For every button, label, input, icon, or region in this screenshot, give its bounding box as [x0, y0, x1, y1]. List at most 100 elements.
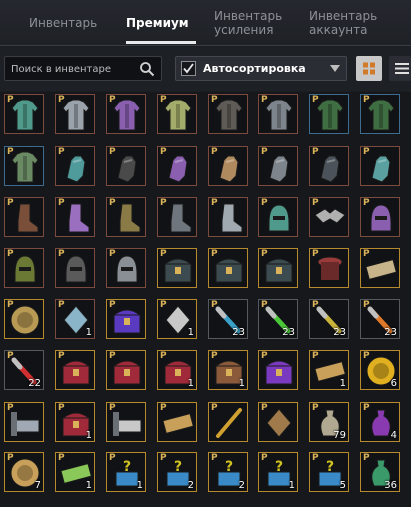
inventory-slot[interactable]: P [4, 146, 44, 186]
inventory-slot[interactable]: P [4, 402, 44, 442]
inventory-slot[interactable]: P [258, 248, 298, 288]
inventory-slot[interactable]: P7 [4, 452, 44, 492]
checkbox-checked-icon[interactable] [181, 61, 196, 76]
inventory-slot[interactable]: P [208, 197, 248, 237]
inventory-slot[interactable]: P [157, 146, 197, 186]
premium-badge: P [160, 249, 167, 259]
inventory-slot[interactable]: P [4, 197, 44, 237]
inventory-slot[interactable]: P1 [55, 299, 95, 339]
inventory-slot[interactable]: P4 [360, 402, 400, 442]
inventory-slot[interactable]: P [258, 146, 298, 186]
inventory-slot[interactable]: P [208, 402, 248, 442]
inventory-slot[interactable]: ? P 1 [258, 452, 298, 492]
grid-view-button[interactable] [356, 56, 382, 81]
premium-badge: P [7, 198, 14, 208]
inventory-slot[interactable]: P [55, 94, 95, 134]
item-count: 6 [390, 378, 397, 389]
premium-badge: P [7, 147, 14, 157]
premium-badge: P [160, 147, 167, 157]
inventory-slot[interactable]: P [157, 197, 197, 237]
inventory-slot[interactable]: P [360, 94, 400, 134]
inventory-slot[interactable]: P [55, 248, 95, 288]
svg-text:?: ? [174, 459, 182, 475]
premium-badge: P [312, 351, 319, 361]
tab-enhancement-inventory[interactable]: Инвентарь усиления [214, 0, 298, 46]
inventory-slot[interactable]: P [208, 146, 248, 186]
inventory-slot[interactable]: P [208, 248, 248, 288]
inventory-slot[interactable]: P [55, 146, 95, 186]
inventory-slot[interactable]: P [4, 248, 44, 288]
auto-sort-dropdown[interactable]: Автосортировка [175, 56, 347, 81]
inventory-slot[interactable]: P 79 [309, 402, 349, 442]
inventory-slot[interactable]: P [157, 248, 197, 288]
premium-badge: P [211, 147, 218, 157]
inventory-slot[interactable]: ? P 1 [106, 452, 146, 492]
inventory-slot[interactable]: P1 [208, 350, 248, 390]
inventory-slot[interactable]: ? P 5 [309, 452, 349, 492]
inventory-slot[interactable]: P 23 [208, 299, 248, 339]
inventory-slot[interactable]: P [106, 350, 146, 390]
premium-badge: P [7, 249, 14, 259]
inventory-slot[interactable]: P1 [157, 299, 197, 339]
inventory-slot[interactable]: P [258, 94, 298, 134]
list-view-button[interactable] [389, 56, 411, 81]
inventory-slot[interactable]: P1 [157, 350, 197, 390]
inventory-slot[interactable]: P [360, 146, 400, 186]
premium-badge: P [363, 198, 370, 208]
inventory-slot[interactable]: P [106, 146, 146, 186]
inventory-slot[interactable]: P 36 [360, 452, 400, 492]
search-input[interactable] [11, 60, 131, 78]
search-icon[interactable] [139, 61, 155, 77]
inventory-slot[interactable]: P [4, 299, 44, 339]
tab-account-inventory[interactable]: Инвентарь аккаунта [309, 0, 393, 46]
inventory-slot[interactable]: P [106, 248, 146, 288]
premium-badge: P [211, 300, 218, 310]
inventory-slot[interactable]: P [360, 248, 400, 288]
inventory-slot[interactable]: P [106, 94, 146, 134]
inventory-slot[interactable]: P [157, 402, 197, 442]
inventory-slot[interactable]: P [4, 94, 44, 134]
inventory-slot[interactable]: P1 [309, 350, 349, 390]
premium-badge: P [261, 300, 268, 310]
inventory-slot[interactable]: P [258, 197, 298, 237]
inventory-slot[interactable]: P [309, 248, 349, 288]
inventory-slot[interactable]: P1 [55, 452, 95, 492]
premium-badge: P [211, 198, 218, 208]
svg-text:?: ? [275, 459, 283, 475]
inventory-slot[interactable]: P6 [360, 350, 400, 390]
inventory-slot[interactable]: P 23 [258, 299, 298, 339]
inventory-slot[interactable]: P [360, 197, 400, 237]
inventory-grid: PPPPPPPPPPPPPPPPPPPPPPPPPPPPPPPPPP1PP1P2… [0, 92, 411, 507]
premium-badge: P [211, 351, 218, 361]
inventory-slot[interactable]: P1 [55, 402, 95, 442]
item-count: 1 [288, 480, 295, 491]
inventory-slot[interactable]: P 23 [360, 299, 400, 339]
item-count: 1 [85, 327, 92, 338]
inventory-slot[interactable]: P [55, 197, 95, 237]
inventory-slot[interactable]: P 23 [309, 299, 349, 339]
inventory-slot[interactable]: P [106, 402, 146, 442]
item-count: 4 [390, 430, 397, 441]
inventory-slot[interactable]: ? P 2 [208, 452, 248, 492]
inventory-slot[interactable]: P [309, 197, 349, 237]
inventory-slot[interactable]: P [309, 146, 349, 186]
inventory-slot[interactable]: P 22 [4, 350, 44, 390]
premium-badge: P [7, 300, 14, 310]
inventory-slot[interactable]: P [55, 350, 95, 390]
inventory-slot[interactable]: P [258, 350, 298, 390]
premium-badge: P [211, 403, 218, 413]
premium-badge: P [160, 198, 167, 208]
tab-premium[interactable]: Премиум [126, 0, 196, 46]
inventory-toolbar: Автосортировка [0, 47, 411, 91]
inventory-slot[interactable]: P [106, 299, 146, 339]
inventory-slot[interactable]: P [208, 94, 248, 134]
item-count: 1 [187, 327, 194, 338]
inventory-slot[interactable]: P [157, 94, 197, 134]
inventory-slot[interactable]: P [258, 402, 298, 442]
inventory-slot[interactable]: P [309, 94, 349, 134]
inventory-slot[interactable]: ? P 2 [157, 452, 197, 492]
chevron-down-icon [330, 65, 340, 72]
tab-inventory[interactable]: Инвентарь [29, 0, 109, 46]
premium-badge: P [109, 249, 116, 259]
inventory-slot[interactable]: P [106, 197, 146, 237]
